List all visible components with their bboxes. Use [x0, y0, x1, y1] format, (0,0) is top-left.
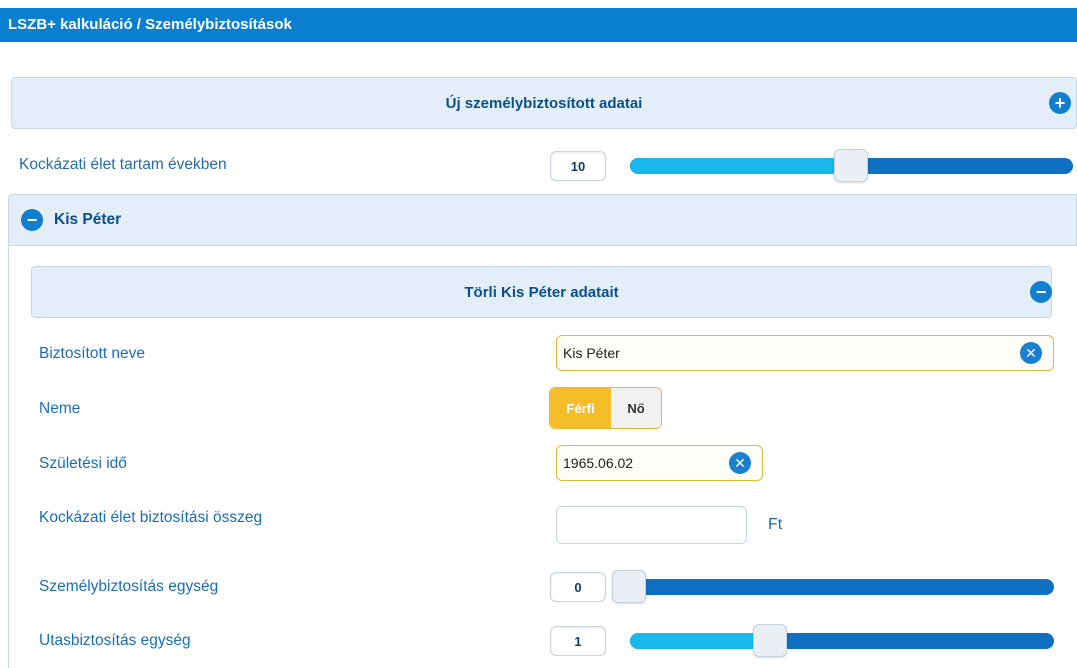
sum-insured-label: Kockázati élet biztosítási összeg [39, 509, 263, 526]
risk-term-slider[interactable] [630, 149, 1073, 182]
personal-units-value[interactable]: 0 [550, 572, 606, 602]
personal-units-slider[interactable] [612, 570, 1054, 603]
personal-units-slider-handle[interactable] [612, 570, 646, 603]
risk-term-value-text: 10 [570, 158, 586, 174]
sum-insured-input[interactable] [556, 506, 747, 544]
personal-units-value-text: 0 [574, 579, 582, 595]
minus-circle-icon[interactable]: − [21, 209, 43, 231]
birth-date-label: Születési idő [39, 455, 127, 472]
person-header[interactable]: − Kis Péter [8, 194, 1077, 246]
page-title-bar: LSZB+ kalkuláció / Személybiztosítások [0, 8, 1077, 42]
travel-units-slider[interactable] [630, 624, 1054, 657]
gender-male-option[interactable]: Férfi [550, 388, 611, 428]
travel-units-label: Utasbiztosítás egység [39, 632, 191, 649]
insured-name-input[interactable]: Kis Péter ✕ [556, 335, 1054, 371]
delete-person-label: Törli Kis Péter adatait [464, 283, 619, 301]
travel-units-value[interactable]: 1 [550, 626, 606, 656]
person-name-heading: Kis Péter [54, 211, 122, 228]
risk-term-slider-fill [630, 158, 852, 174]
risk-term-label: Kockázati élet tartam években [19, 156, 227, 173]
plus-circle-icon[interactable]: + [1049, 92, 1071, 114]
gender-label: Neme [39, 400, 81, 417]
risk-term-slider-handle[interactable] [834, 149, 868, 182]
travel-units-slider-handle[interactable] [753, 624, 787, 657]
birth-date-input[interactable]: 1965.06.02 ✕ [556, 445, 763, 481]
page-title: LSZB+ kalkuláció / Személybiztosítások [8, 16, 292, 33]
gender-female-option[interactable]: Nő [611, 388, 661, 428]
gender-toggle[interactable]: Férfi Nő [549, 387, 662, 429]
travel-units-slider-fill [630, 633, 772, 649]
delete-person-header[interactable]: Törli Kis Péter adatait − [31, 266, 1052, 318]
personal-units-label: Személybiztosítás egység [39, 578, 219, 595]
new-insured-header[interactable]: Új személybiztosított adatai + [11, 77, 1077, 129]
minus-circle-icon[interactable]: − [1030, 281, 1052, 303]
sum-unit: Ft [768, 516, 783, 533]
clear-icon[interactable]: ✕ [729, 452, 751, 474]
new-insured-label: Új személybiztosított adatai [445, 94, 643, 112]
risk-term-value[interactable]: 10 [550, 151, 606, 181]
birth-date-value: 1965.06.02 [563, 455, 634, 471]
insured-name-label: Biztosított neve [39, 345, 145, 362]
clear-icon[interactable]: ✕ [1020, 342, 1042, 364]
insured-name-value: Kis Péter [563, 345, 620, 361]
travel-units-value-text: 1 [574, 633, 582, 649]
